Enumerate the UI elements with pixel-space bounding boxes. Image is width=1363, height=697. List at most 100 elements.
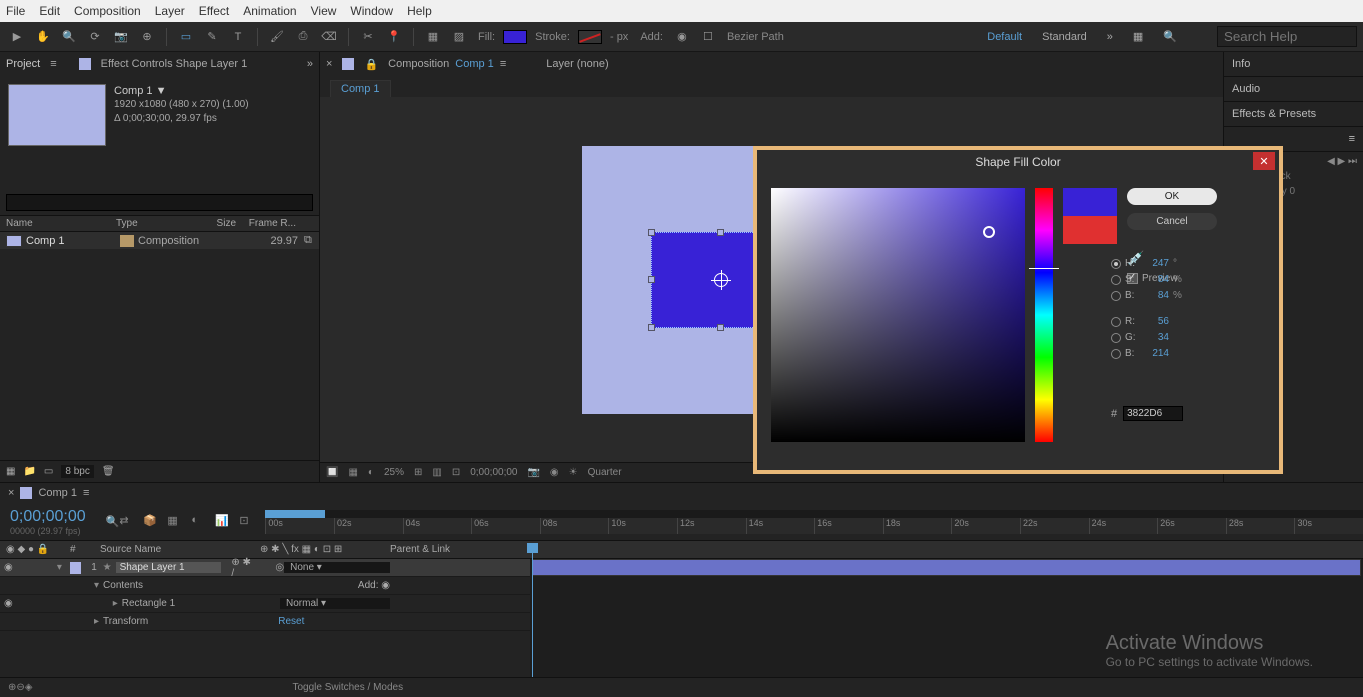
handle-l[interactable]: [648, 276, 655, 283]
hue-slider[interactable]: [1035, 188, 1053, 442]
timeline-tracks[interactable]: [530, 559, 1363, 677]
stamp-tool-icon[interactable]: ⎙: [292, 26, 314, 48]
snap2-icon[interactable]: ▨: [448, 26, 470, 48]
add-menu-icon[interactable]: ◉: [671, 26, 693, 48]
close-button[interactable]: ✕: [1253, 152, 1275, 170]
value-h[interactable]: 247: [1143, 258, 1169, 269]
radio-b[interactable]: [1111, 291, 1121, 301]
tl-tab-menu-icon[interactable]: ≡: [83, 487, 89, 499]
magnify-icon[interactable]: 🔲: [326, 467, 338, 478]
tab-effect-controls[interactable]: Effect Controls Shape Layer 1: [101, 58, 248, 70]
timecode[interactable]: 0;00;00;00: [10, 508, 86, 526]
switch-icons[interactable]: ⊕ ✱ /: [231, 557, 255, 579]
visibility-icon[interactable]: ◉: [4, 562, 13, 573]
rect-tool-icon[interactable]: ▭: [175, 26, 197, 48]
tabs-overflow-icon[interactable]: »: [307, 58, 313, 70]
tl-close-icon[interactable]: ×: [8, 487, 14, 499]
anchor-tool-icon[interactable]: ⊕: [136, 26, 158, 48]
stroke-swatch[interactable]: [578, 30, 602, 44]
zoom-tool-icon[interactable]: 🔍: [58, 26, 80, 48]
zoom-in-icon[interactable]: ⊕: [8, 682, 16, 693]
comp-marker-icon[interactable]: ◈: [25, 682, 33, 693]
tab-project[interactable]: Project: [6, 58, 40, 70]
col-type[interactable]: Type: [116, 218, 196, 229]
value-s[interactable]: 84: [1143, 274, 1169, 285]
radio-r[interactable]: [1111, 317, 1121, 327]
handle-b[interactable]: [717, 324, 724, 331]
anchor-icon[interactable]: [714, 273, 728, 287]
bpc-button[interactable]: 8 bpc: [61, 465, 93, 478]
frameblend-icon[interactable]: ▦: [167, 514, 183, 530]
radio-s[interactable]: [1111, 275, 1121, 285]
puppet-tool-icon[interactable]: 📍: [383, 26, 405, 48]
workspace-standard[interactable]: Standard: [1042, 31, 1087, 43]
col-name[interactable]: Name: [6, 218, 116, 229]
contents-row[interactable]: ▾ Contents Add: ◉: [0, 577, 530, 595]
transform-row[interactable]: ▸ Transform Reset: [0, 613, 530, 631]
graph-icon[interactable]: 📊: [215, 514, 231, 530]
cancel-button[interactable]: Cancel: [1127, 213, 1217, 230]
workspace-menu-icon[interactable]: ▦: [1133, 30, 1143, 43]
value-g[interactable]: 34: [1143, 332, 1169, 343]
selection-tool-icon[interactable]: ▶: [6, 26, 28, 48]
hue-marker[interactable]: [1029, 268, 1059, 269]
tab-menu-icon[interactable]: ≡: [50, 58, 56, 70]
value-b[interactable]: 84: [1143, 290, 1169, 301]
zoom-value[interactable]: 25%: [384, 467, 404, 478]
menu-edit[interactable]: Edit: [39, 4, 60, 18]
handle-tl[interactable]: [648, 229, 655, 236]
camera-tool-icon[interactable]: 📷: [110, 26, 132, 48]
playhead[interactable]: [532, 543, 533, 677]
grid-icon[interactable]: ▥: [432, 467, 441, 478]
pen-tool-icon[interactable]: ✎: [201, 26, 223, 48]
value-bl[interactable]: 214: [1143, 348, 1169, 359]
brainstorm-icon[interactable]: ⊡: [239, 514, 255, 530]
new-comp-icon[interactable]: ▭: [44, 466, 53, 477]
comp-close-icon[interactable]: ×: [326, 58, 332, 70]
hex-input[interactable]: [1123, 406, 1183, 421]
hand-tool-icon[interactable]: ✋: [32, 26, 54, 48]
reset-button[interactable]: Reset: [278, 616, 304, 627]
handle-t[interactable]: [717, 229, 724, 236]
menu-file[interactable]: File: [6, 4, 25, 18]
radio-bl[interactable]: [1111, 349, 1121, 359]
search-icon[interactable]: 🔍: [1163, 30, 1177, 43]
col-framerate[interactable]: Frame R...: [236, 218, 296, 229]
channel-icon[interactable]: ◉: [550, 467, 559, 478]
project-search-input[interactable]: [6, 194, 313, 211]
col-size[interactable]: Size: [196, 218, 236, 229]
radio-g[interactable]: [1111, 333, 1121, 343]
toggle-switches-button[interactable]: Toggle Switches / Modes: [292, 682, 403, 693]
time-ruler[interactable]: 00s 02s 04s 06s 08s 10s 12s 14s 16s 18s …: [265, 518, 1363, 534]
add-button[interactable]: Add: ◉: [358, 580, 390, 591]
expand-icon[interactable]: ▸: [113, 598, 118, 609]
panel-audio[interactable]: Audio: [1224, 77, 1363, 102]
comp-subtab[interactable]: Comp 1: [330, 80, 391, 97]
layer-color[interactable]: [70, 562, 82, 574]
new-folder-icon[interactable]: 📁: [23, 466, 35, 477]
menu-animation[interactable]: Animation: [243, 4, 296, 18]
motionblur-icon[interactable]: ◐: [191, 514, 207, 530]
parent-pick-icon[interactable]: ◎: [275, 562, 284, 573]
layer-row[interactable]: ◉ ▾ 1 ★ Shape Layer 1 ⊕ ✱ / ◎ None ▾: [0, 559, 530, 577]
search-input[interactable]: [1217, 26, 1357, 47]
value-r[interactable]: 56: [1143, 316, 1169, 327]
interpret-icon[interactable]: ▦: [6, 466, 15, 477]
expand-icon[interactable]: ▾: [94, 580, 99, 591]
blend-mode-dropdown[interactable]: Normal ▾: [280, 598, 390, 609]
draft3d-icon[interactable]: 📦: [143, 514, 159, 530]
stroke-width[interactable]: - px: [610, 31, 628, 43]
menu-help[interactable]: Help: [407, 4, 432, 18]
menu-composition[interactable]: Composition: [74, 4, 141, 18]
foot-timecode[interactable]: 0;00;00;00: [470, 467, 517, 478]
alpha-icon[interactable]: ▦: [348, 467, 357, 478]
exposure-icon[interactable]: ☀: [569, 467, 578, 478]
mask-icon[interactable]: ◐: [368, 467, 374, 478]
panel-effects-presets[interactable]: Effects & Presets: [1224, 102, 1363, 127]
menu-effect[interactable]: Effect: [199, 4, 229, 18]
project-item-row[interactable]: Comp 1 Composition 29.97 ⧉: [0, 232, 319, 249]
workspace-more-icon[interactable]: »: [1107, 31, 1113, 43]
comp-title[interactable]: Comp 1 ▼: [114, 84, 249, 98]
expand-icon[interactable]: ▸: [94, 616, 99, 627]
crumb-layer[interactable]: Layer (none): [546, 58, 608, 70]
